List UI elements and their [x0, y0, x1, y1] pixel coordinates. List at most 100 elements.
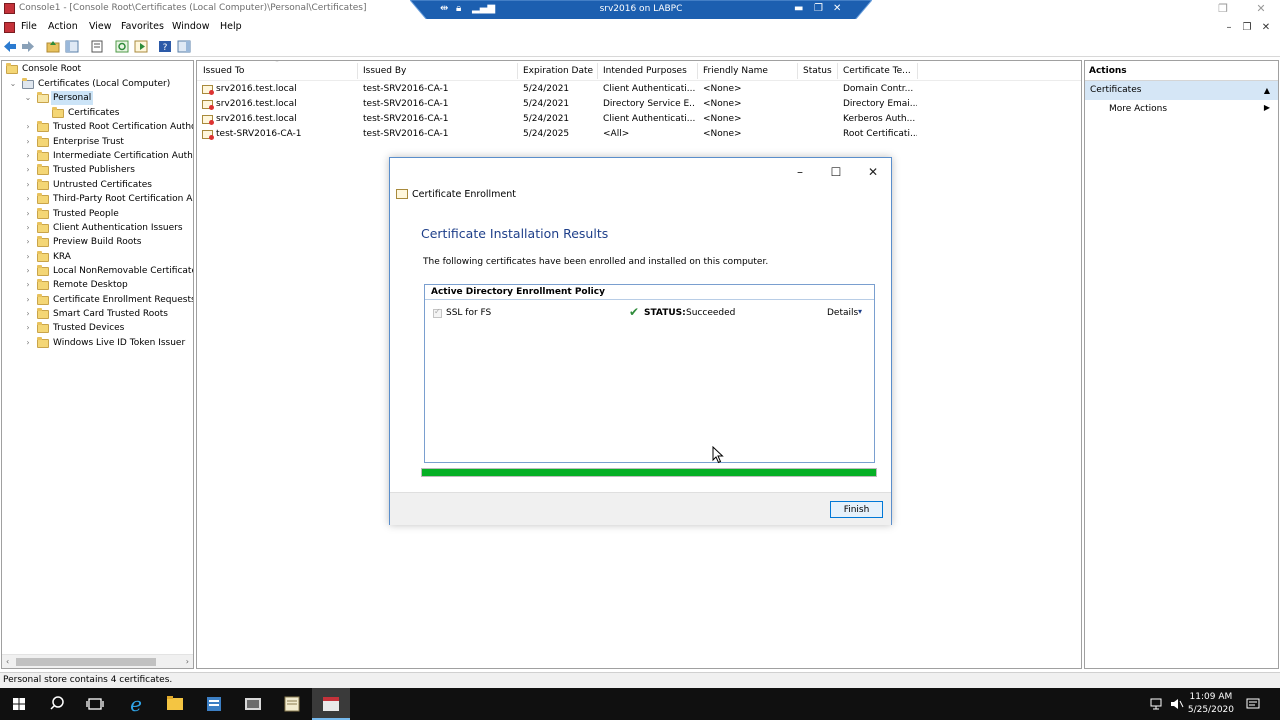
window-title: Console1 - [Console Root\Certificates (L… [19, 3, 367, 13]
menu-view[interactable]: View [89, 21, 112, 32]
expand-chevron-icon[interactable]: › [23, 235, 33, 249]
column-expiration-date[interactable]: Expiration Date [523, 66, 593, 76]
menu-bar: File Action View Favorites Window Help –… [0, 19, 1280, 36]
menu-favorites[interactable]: Favorites [121, 21, 164, 32]
folder-icon [52, 107, 64, 118]
expand-chevron-icon[interactable]: › [23, 163, 33, 177]
expand-chevron-icon[interactable]: › [23, 120, 33, 134]
rdp-restore-icon[interactable]: ❐ [814, 3, 823, 15]
expand-chevron-icon[interactable]: › [23, 135, 33, 149]
table-row[interactable]: test-SRV2016-CA-1 test-SRV2016-CA-1 5/24… [197, 127, 1081, 142]
taskbar-app[interactable] [234, 688, 272, 720]
certificate-enrollment-dialog: – ☐ ✕ Certificate Enrollment Certificate… [389, 157, 892, 525]
chevron-down-icon[interactable]: ▾ [858, 307, 862, 316]
column-status[interactable]: Status [803, 66, 832, 76]
menu-help[interactable]: Help [220, 21, 242, 32]
column-friendly-name[interactable]: Friendly Name [703, 66, 768, 76]
open-folder-icon [37, 92, 49, 103]
column-issued-by[interactable]: Issued By [363, 66, 406, 76]
scroll-left-icon[interactable]: ‹ [6, 655, 9, 668]
expand-chevron-icon[interactable]: › [23, 192, 33, 206]
internet-explorer-icon: e [130, 692, 142, 716]
expand-chevron-icon[interactable]: › [23, 336, 33, 350]
column-divider[interactable] [357, 63, 358, 79]
show-hide-tree-icon[interactable] [65, 40, 79, 53]
expand-chevron-icon[interactable]: › [23, 207, 33, 221]
expand-chevron-icon[interactable]: › [23, 264, 33, 278]
refresh-icon[interactable] [115, 40, 129, 53]
up-folder-icon[interactable] [46, 40, 60, 53]
forward-icon[interactable] [21, 40, 35, 53]
task-view-button[interactable] [76, 688, 114, 720]
collapse-chevron-icon[interactable]: ⌄ [23, 91, 33, 105]
dialog-maximize-icon[interactable]: ☐ [823, 162, 849, 182]
more-actions-link[interactable]: More Actions [1109, 104, 1167, 114]
submenu-arrow-icon[interactable]: ▶ [1264, 103, 1270, 112]
column-intended-purposes[interactable]: Intended Purposes [603, 66, 687, 76]
rdp-close-icon[interactable]: ✕ [833, 3, 841, 15]
column-divider[interactable] [597, 63, 598, 79]
column-divider[interactable] [697, 63, 698, 79]
restore-icon[interactable]: ❐ [1213, 1, 1233, 17]
expand-chevron-icon[interactable]: › [23, 250, 33, 264]
expand-chevron-icon[interactable]: › [23, 149, 33, 163]
expand-chevron-icon[interactable]: › [23, 293, 33, 307]
help-icon[interactable]: ? [158, 40, 172, 53]
menu-window[interactable]: Window [172, 21, 209, 32]
taskbar-file-explorer[interactable] [156, 688, 194, 720]
taskbar-clock[interactable]: 11:09 AM 5/25/2020 [1188, 691, 1234, 717]
expand-chevron-icon[interactable]: › [23, 321, 33, 335]
child-restore-icon[interactable]: ❐ [1238, 19, 1256, 36]
table-row[interactable]: srv2016.test.local test-SRV2016-CA-1 5/2… [197, 82, 1081, 97]
column-divider[interactable] [837, 63, 838, 79]
start-button[interactable] [0, 688, 38, 720]
certificate-icon [202, 130, 214, 140]
expand-chevron-icon[interactable]: › [23, 178, 33, 192]
taskbar-mmc[interactable] [312, 688, 350, 720]
expand-chevron-icon[interactable]: › [23, 278, 33, 292]
volume-icon[interactable] [1170, 697, 1184, 711]
scroll-right-icon[interactable]: › [186, 655, 189, 668]
collapse-chevron-icon[interactable]: ⌄ [8, 77, 18, 91]
column-divider[interactable] [517, 63, 518, 79]
actions-section-certificates[interactable]: Certificates ▲ [1085, 81, 1278, 100]
table-row[interactable]: srv2016.test.local test-SRV2016-CA-1 5/2… [197, 97, 1081, 112]
child-minimize-icon[interactable]: – [1220, 19, 1238, 36]
taskbar-internet-explorer[interactable]: e [117, 688, 155, 720]
mmc-document-icon[interactable] [4, 22, 15, 33]
network-icon[interactable] [1150, 697, 1164, 711]
certificate-checkbox[interactable] [433, 307, 442, 318]
export-icon[interactable] [134, 40, 148, 53]
dialog-title: Certificate Enrollment [412, 189, 517, 200]
dialog-close-icon[interactable]: ✕ [860, 162, 886, 182]
rdp-minimize-icon[interactable]: ▬ [794, 3, 803, 15]
column-certificate-template[interactable]: Certificate Te... [843, 66, 911, 76]
actions-header: Actions [1085, 61, 1278, 81]
menu-action[interactable]: Action [48, 21, 78, 32]
scrollbar-thumb[interactable] [16, 658, 156, 666]
show-hide-action-pane-icon[interactable] [177, 40, 191, 53]
folder-icon [37, 222, 49, 233]
search-button[interactable] [38, 688, 76, 720]
taskbar-server-manager[interactable] [195, 688, 233, 720]
expand-chevron-icon[interactable]: › [23, 307, 33, 321]
dialog-minimize-icon[interactable]: – [787, 162, 813, 182]
export-list-icon[interactable] [90, 40, 104, 53]
notifications-icon[interactable] [1246, 697, 1260, 711]
collapse-triangle-icon[interactable]: ▲ [1264, 86, 1270, 95]
column-issued-to[interactable]: Issued To [203, 66, 244, 76]
tree-horizontal-scrollbar[interactable]: ‹ › [2, 654, 193, 668]
taskbar-notepad[interactable] [273, 688, 311, 720]
finish-button[interactable]: Finish [830, 501, 883, 518]
column-divider[interactable] [797, 63, 798, 79]
column-divider[interactable] [917, 63, 918, 79]
menu-file[interactable]: File [21, 21, 37, 32]
svg-text:e: e [130, 692, 142, 716]
child-close-icon[interactable]: ✕ [1257, 19, 1275, 36]
table-row[interactable]: srv2016.test.local test-SRV2016-CA-1 5/2… [197, 112, 1081, 127]
close-icon[interactable]: ✕ [1251, 1, 1271, 17]
dialog-footer [390, 492, 891, 525]
back-icon[interactable] [3, 40, 17, 53]
expand-chevron-icon[interactable]: › [23, 221, 33, 235]
details-link[interactable]: Details [827, 308, 858, 318]
